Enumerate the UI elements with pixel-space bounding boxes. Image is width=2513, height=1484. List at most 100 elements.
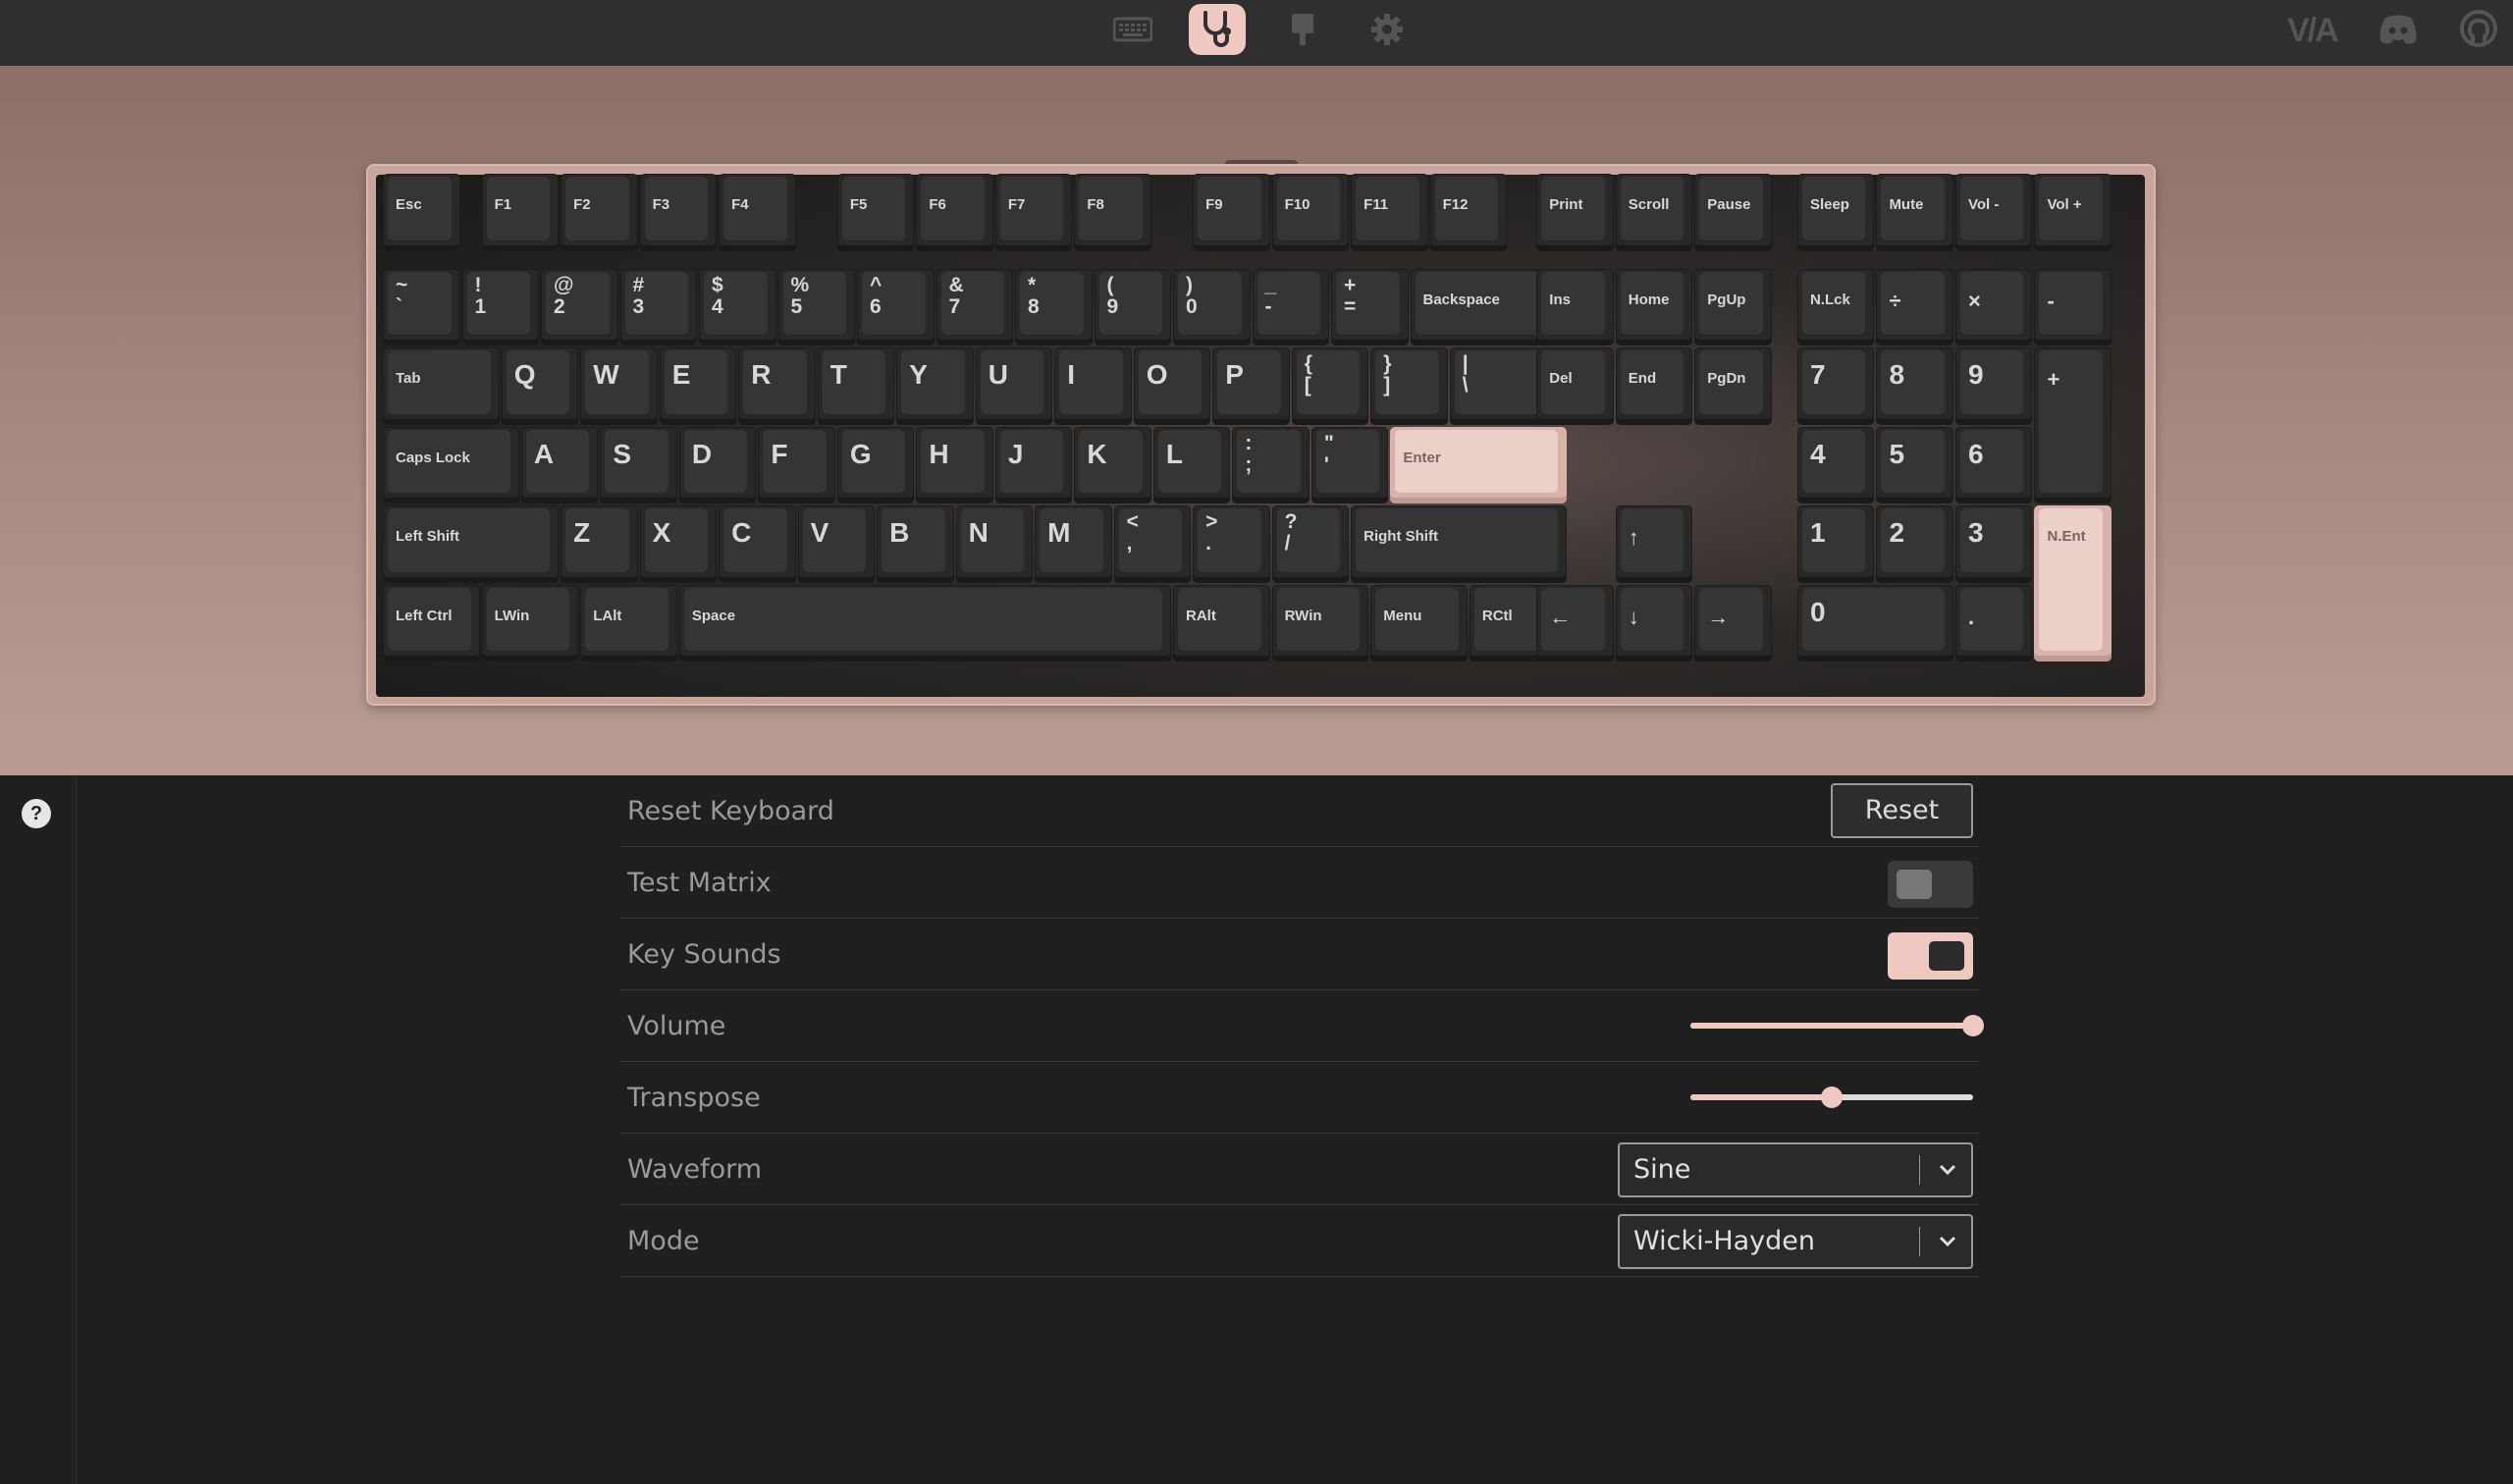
gear-icon[interactable]: [1359, 4, 1416, 55]
key[interactable]: ↓: [1615, 584, 1693, 662]
key[interactable]: W: [580, 347, 658, 425]
design-icon[interactable]: [1274, 4, 1331, 55]
key[interactable]: 8: [1876, 347, 1953, 425]
key[interactable]: F5: [836, 174, 915, 251]
key[interactable]: ÷: [1876, 268, 1953, 346]
key[interactable]: O: [1133, 347, 1211, 425]
key[interactable]: P: [1212, 347, 1290, 425]
key[interactable]: U: [975, 347, 1053, 425]
key[interactable]: LAlt: [580, 584, 677, 662]
key[interactable]: F10: [1271, 174, 1350, 251]
key[interactable]: ( 9: [1094, 268, 1171, 346]
key[interactable]: F12: [1429, 174, 1508, 251]
key[interactable]: Sleep: [1796, 174, 1875, 251]
key[interactable]: F8: [1074, 174, 1151, 251]
via-logo[interactable]: V/A: [2287, 12, 2339, 50]
key[interactable]: Enter: [1390, 426, 1567, 504]
key[interactable]: LWin: [481, 584, 579, 662]
key[interactable]: Y: [896, 347, 974, 425]
key[interactable]: Vol -: [1954, 174, 2033, 251]
key[interactable]: E: [659, 347, 737, 425]
key[interactable]: Del: [1536, 347, 1614, 425]
key[interactable]: < ,: [1113, 505, 1192, 583]
key[interactable]: > .: [1193, 505, 1270, 583]
volume-slider[interactable]: [1690, 1015, 1984, 1036]
key[interactable]: F7: [994, 174, 1073, 251]
key[interactable]: _ -: [1252, 268, 1329, 346]
slider-thumb[interactable]: [1821, 1086, 1843, 1108]
key[interactable]: Vol +: [2034, 174, 2112, 251]
key[interactable]: * 8: [1015, 268, 1093, 346]
key[interactable]: 3: [1954, 505, 2033, 583]
key[interactable]: A: [520, 426, 599, 504]
key[interactable]: Space: [678, 584, 1171, 662]
key[interactable]: % 5: [777, 268, 855, 346]
key[interactable]: I: [1054, 347, 1132, 425]
key[interactable]: Print: [1536, 174, 1614, 251]
key[interactable]: F: [758, 426, 835, 504]
key[interactable]: J: [994, 426, 1073, 504]
key[interactable]: # 3: [619, 268, 697, 346]
key[interactable]: N.Ent: [2034, 505, 2112, 662]
key[interactable]: -: [2034, 268, 2112, 346]
key[interactable]: F4: [719, 174, 796, 251]
mode-select[interactable]: Wicki-Hayden: [1618, 1214, 1973, 1269]
key[interactable]: 0: [1796, 584, 1953, 662]
key[interactable]: 4: [1796, 426, 1875, 504]
key[interactable]: ^ 6: [857, 268, 935, 346]
key[interactable]: Z: [561, 505, 638, 583]
key[interactable]: @ 2: [541, 268, 618, 346]
key[interactable]: End: [1615, 347, 1693, 425]
key[interactable]: F11: [1351, 174, 1428, 251]
key[interactable]: D: [678, 426, 757, 504]
key[interactable]: 2: [1876, 505, 1953, 583]
key[interactable]: →: [1694, 584, 1772, 662]
key[interactable]: & 7: [936, 268, 1013, 346]
key[interactable]: ~ `: [383, 268, 460, 346]
key[interactable]: H: [916, 426, 993, 504]
key[interactable]: Q: [501, 347, 579, 425]
key[interactable]: Caps Lock: [383, 426, 519, 504]
key[interactable]: G: [836, 426, 915, 504]
key[interactable]: $ 4: [699, 268, 776, 346]
key[interactable]: ×: [1954, 268, 2033, 346]
key[interactable]: F2: [561, 174, 638, 251]
key[interactable]: Scroll: [1615, 174, 1693, 251]
key[interactable]: + =: [1331, 268, 1409, 346]
key[interactable]: X: [639, 505, 718, 583]
key[interactable]: ? /: [1271, 505, 1350, 583]
key[interactable]: N.Lck: [1796, 268, 1875, 346]
transpose-slider[interactable]: [1690, 1086, 1973, 1108]
key[interactable]: +: [2034, 347, 2112, 504]
key[interactable]: Right Shift: [1351, 505, 1567, 583]
key[interactable]: Tab: [383, 347, 500, 425]
key[interactable]: RAlt: [1173, 584, 1270, 662]
key[interactable]: N: [955, 505, 1034, 583]
key[interactable]: F9: [1193, 174, 1270, 251]
test-matrix-toggle[interactable]: [1888, 861, 1973, 908]
key[interactable]: Ins: [1536, 268, 1614, 346]
key[interactable]: Left Shift: [383, 505, 560, 583]
key[interactable]: ←: [1536, 584, 1614, 662]
key[interactable]: F3: [639, 174, 718, 251]
key[interactable]: T: [817, 347, 895, 425]
key[interactable]: V: [797, 505, 876, 583]
key[interactable]: R: [738, 347, 816, 425]
key[interactable]: S: [600, 426, 677, 504]
key[interactable]: ! 1: [461, 268, 539, 346]
key[interactable]: .: [1954, 584, 2033, 662]
key[interactable]: Home: [1615, 268, 1693, 346]
key[interactable]: B: [877, 505, 954, 583]
key[interactable]: F1: [481, 174, 560, 251]
slider-thumb[interactable]: [1962, 1015, 1984, 1036]
key[interactable]: ) 0: [1173, 268, 1251, 346]
help-icon[interactable]: ?: [22, 799, 51, 828]
key[interactable]: Menu: [1370, 584, 1468, 662]
discord-icon[interactable]: [2378, 14, 2419, 49]
key[interactable]: } ]: [1370, 347, 1448, 425]
key[interactable]: K: [1074, 426, 1151, 504]
stethoscope-icon[interactable]: [1189, 4, 1246, 55]
key[interactable]: F6: [916, 174, 993, 251]
key[interactable]: ↑: [1615, 505, 1693, 583]
keyboard-icon[interactable]: [1104, 4, 1161, 55]
